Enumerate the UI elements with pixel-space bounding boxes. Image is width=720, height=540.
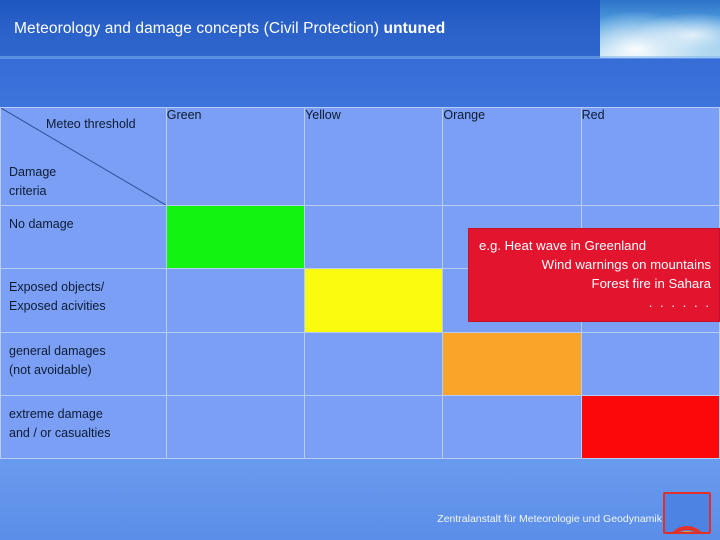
page-title-emphasis: untuned <box>383 20 446 37</box>
row-header-no-damage-line-1: No damage <box>9 217 74 231</box>
row-header-general-lines: general damages (not avoidable) <box>1 333 166 381</box>
row-header-extreme-line-2: and / or casualties <box>9 426 111 441</box>
cell-extreme-green <box>165 395 306 459</box>
cell-exposed-green <box>165 268 306 333</box>
sky-photo-decoration <box>600 0 720 58</box>
callout-line-3: Forest fire in Sahara <box>591 276 711 292</box>
cell-extreme-yellow <box>304 395 444 459</box>
column-header-yellow: Yellow <box>304 107 444 206</box>
cell-exposed-yellow <box>304 268 444 333</box>
cell-general-green <box>165 332 306 396</box>
damage-criteria-line-1: Damage <box>9 165 57 179</box>
cell-extreme-orange <box>442 395 582 459</box>
row-header-exposed-lines: Exposed objects/ Exposed acivities <box>1 269 166 317</box>
column-header-orange: Orange <box>442 107 582 206</box>
row-header-general-damages: general damages (not avoidable) <box>0 332 167 396</box>
table-row-general-damages: general damages (not avoidable) <box>0 332 720 396</box>
damage-criteria-label: Damage criteria <box>9 163 56 202</box>
table-header-row: Meteo threshold Damage criteria Green Ye… <box>0 107 720 206</box>
row-header-exposed: Exposed objects/ Exposed acivities <box>0 268 167 333</box>
row-header-general-line-1: general damages <box>9 344 106 358</box>
row-header-exposed-line-1: Exposed objects/ <box>9 280 105 294</box>
row-header-no-damage: No damage <box>0 205 167 269</box>
cell-extreme-red <box>580 395 720 459</box>
table-row-extreme-damage: extreme damage and / or casualties <box>0 395 720 459</box>
example-callout-box: e.g. Heat wave in Greenland Wind warning… <box>468 228 720 322</box>
zamg-logo <box>663 492 711 534</box>
footer-organization: Zentralanstalt für Meteorologie und Geod… <box>437 513 662 525</box>
cell-general-yellow <box>304 332 444 396</box>
cell-general-orange <box>442 332 582 396</box>
matrix-corner-cell: Meteo threshold Damage criteria <box>0 107 167 206</box>
cell-general-red <box>580 332 720 396</box>
column-header-green: Green <box>165 107 306 206</box>
page-title: Meteorology and damage concepts (Civil P… <box>14 20 604 38</box>
callout-line-4: . . . . . . <box>648 295 711 311</box>
row-header-exposed-line-2: Exposed acivities <box>9 299 106 314</box>
rainbow-icon <box>673 526 701 532</box>
row-header-general-line-2: (not avoidable) <box>9 363 92 378</box>
callout-line-1: e.g. Heat wave in Greenland <box>479 238 647 253</box>
header-underline <box>0 56 720 59</box>
column-header-red: Red <box>580 107 720 206</box>
damage-criteria-line-2: criteria <box>9 184 47 199</box>
page-title-normal: Meteorology and damage concepts (Civil P… <box>14 20 384 37</box>
meteo-threshold-label: Meteo threshold <box>46 117 136 131</box>
slide: Meteorology and damage concepts (Civil P… <box>0 0 720 540</box>
cell-no-damage-green <box>165 205 306 269</box>
row-header-extreme-lines: extreme damage and / or casualties <box>1 396 166 444</box>
cell-no-damage-yellow <box>304 205 444 269</box>
callout-line-2: Wind warnings on mountains <box>541 257 711 273</box>
row-header-extreme-line-1: extreme damage <box>9 407 103 421</box>
row-header-extreme-damage: extreme damage and / or casualties <box>0 395 167 459</box>
